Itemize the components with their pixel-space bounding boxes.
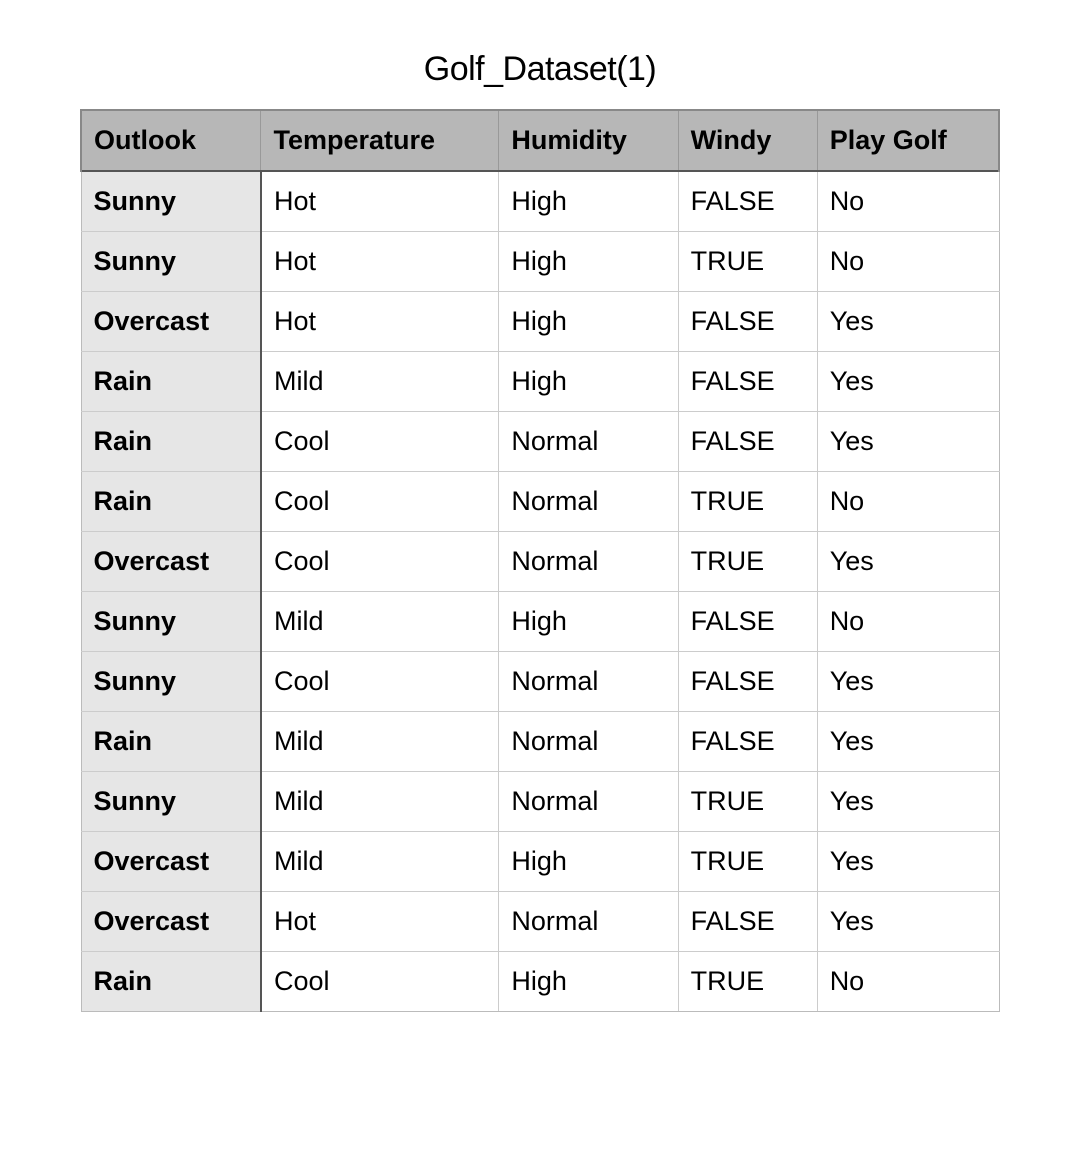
cell-outlook: Rain — [81, 472, 261, 532]
cell-play-golf: Yes — [817, 292, 999, 352]
col-header-temperature: Temperature — [261, 110, 499, 171]
cell-windy: TRUE — [678, 772, 817, 832]
cell-play-golf: No — [817, 232, 999, 292]
cell-windy: TRUE — [678, 232, 817, 292]
table-row: OvercastHotHighFALSEYes — [81, 292, 999, 352]
table-row: SunnyHotHighFALSENo — [81, 171, 999, 232]
cell-outlook: Sunny — [81, 592, 261, 652]
table-row: RainCoolNormalFALSEYes — [81, 412, 999, 472]
cell-temperature: Mild — [261, 712, 499, 772]
cell-temperature: Hot — [261, 892, 499, 952]
col-header-play-golf: Play Golf — [817, 110, 999, 171]
table-header-row: Outlook Temperature Humidity Windy Play … — [81, 110, 999, 171]
cell-play-golf: Yes — [817, 832, 999, 892]
cell-outlook: Rain — [81, 352, 261, 412]
cell-temperature: Mild — [261, 352, 499, 412]
cell-windy: FALSE — [678, 892, 817, 952]
table-row: OvercastHotNormalFALSEYes — [81, 892, 999, 952]
cell-outlook: Overcast — [81, 832, 261, 892]
cell-temperature: Cool — [261, 412, 499, 472]
cell-temperature: Cool — [261, 652, 499, 712]
cell-outlook: Sunny — [81, 171, 261, 232]
table-row: SunnyMildHighFALSENo — [81, 592, 999, 652]
cell-play-golf: No — [817, 952, 999, 1012]
cell-temperature: Mild — [261, 592, 499, 652]
col-header-outlook: Outlook — [81, 110, 261, 171]
cell-temperature: Hot — [261, 232, 499, 292]
col-header-humidity: Humidity — [499, 110, 678, 171]
cell-humidity: High — [499, 832, 678, 892]
cell-humidity: Normal — [499, 652, 678, 712]
cell-temperature: Hot — [261, 171, 499, 232]
table-body: SunnyHotHighFALSENoSunnyHotHighTRUENoOve… — [81, 171, 999, 1012]
cell-outlook: Sunny — [81, 652, 261, 712]
cell-humidity: Normal — [499, 472, 678, 532]
cell-outlook: Rain — [81, 412, 261, 472]
cell-windy: TRUE — [678, 952, 817, 1012]
cell-temperature: Cool — [261, 952, 499, 1012]
cell-windy: FALSE — [678, 352, 817, 412]
col-header-windy: Windy — [678, 110, 817, 171]
cell-humidity: High — [499, 292, 678, 352]
cell-windy: FALSE — [678, 592, 817, 652]
cell-play-golf: No — [817, 472, 999, 532]
cell-play-golf: Yes — [817, 532, 999, 592]
cell-windy: FALSE — [678, 712, 817, 772]
table-row: RainCoolNormalTRUENo — [81, 472, 999, 532]
cell-play-golf: Yes — [817, 712, 999, 772]
cell-temperature: Mild — [261, 832, 499, 892]
cell-play-golf: Yes — [817, 352, 999, 412]
cell-outlook: Rain — [81, 712, 261, 772]
table-row: SunnyHotHighTRUENo — [81, 232, 999, 292]
cell-play-golf: Yes — [817, 892, 999, 952]
cell-outlook: Rain — [81, 952, 261, 1012]
cell-humidity: Normal — [499, 892, 678, 952]
table-row: OvercastCoolNormalTRUEYes — [81, 532, 999, 592]
cell-outlook: Overcast — [81, 892, 261, 952]
cell-temperature: Hot — [261, 292, 499, 352]
table-row: RainCoolHighTRUENo — [81, 952, 999, 1012]
table-row: RainMildNormalFALSEYes — [81, 712, 999, 772]
cell-windy: FALSE — [678, 652, 817, 712]
cell-play-golf: No — [817, 592, 999, 652]
cell-windy: FALSE — [678, 412, 817, 472]
cell-humidity: High — [499, 171, 678, 232]
cell-temperature: Cool — [261, 472, 499, 532]
cell-outlook: Overcast — [81, 292, 261, 352]
table-title: Golf_Dataset(1) — [80, 50, 1000, 89]
table-row: SunnyMildNormalTRUEYes — [81, 772, 999, 832]
cell-humidity: Normal — [499, 532, 678, 592]
golf-dataset-table: Outlook Temperature Humidity Windy Play … — [80, 109, 1000, 1012]
cell-outlook: Sunny — [81, 772, 261, 832]
table-row: OvercastMildHighTRUEYes — [81, 832, 999, 892]
cell-humidity: Normal — [499, 712, 678, 772]
cell-temperature: Mild — [261, 772, 499, 832]
cell-play-golf: No — [817, 171, 999, 232]
cell-humidity: High — [499, 352, 678, 412]
cell-humidity: Normal — [499, 772, 678, 832]
cell-humidity: High — [499, 592, 678, 652]
cell-outlook: Overcast — [81, 532, 261, 592]
cell-outlook: Sunny — [81, 232, 261, 292]
cell-temperature: Cool — [261, 532, 499, 592]
cell-windy: TRUE — [678, 532, 817, 592]
cell-play-golf: Yes — [817, 412, 999, 472]
cell-windy: TRUE — [678, 472, 817, 532]
cell-humidity: High — [499, 952, 678, 1012]
cell-humidity: High — [499, 232, 678, 292]
cell-windy: FALSE — [678, 292, 817, 352]
cell-play-golf: Yes — [817, 772, 999, 832]
cell-humidity: Normal — [499, 412, 678, 472]
table-row: SunnyCoolNormalFALSEYes — [81, 652, 999, 712]
cell-windy: TRUE — [678, 832, 817, 892]
cell-play-golf: Yes — [817, 652, 999, 712]
table-row: RainMildHighFALSEYes — [81, 352, 999, 412]
cell-windy: FALSE — [678, 171, 817, 232]
